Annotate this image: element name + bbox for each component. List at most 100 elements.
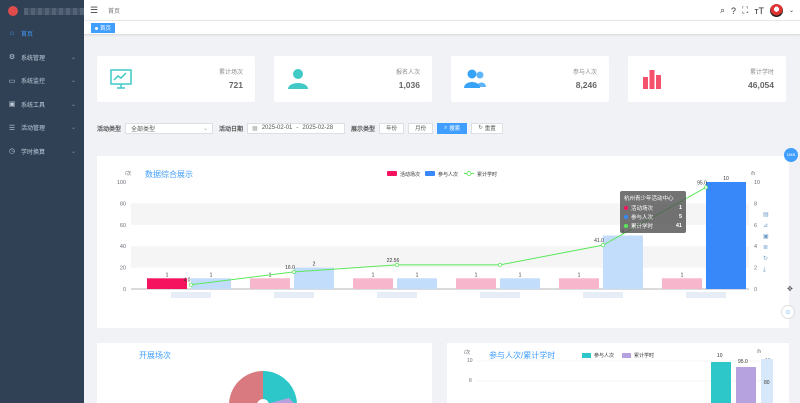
bar-activity [456,278,496,289]
sidebar-item-hours[interactable]: ◷ 学时换算 ⌄ [0,140,84,164]
date-start[interactable]: 2025-02-01 [262,125,293,131]
reset-button[interactable]: ↻ 重置 [471,122,503,134]
bar-label: 1 [578,272,581,278]
bar-label: 1 [210,272,213,278]
header-tools: ⌕ ? ⛶ тT ⌄ [720,4,794,17]
line-point [498,262,502,267]
bar-label: 1 [166,272,169,278]
y-tick-left: 20 [120,266,126,272]
monitor-icon: ▭ [8,77,16,85]
search-button-label: 搜索 [449,126,461,132]
bar-label: 1 [475,272,478,278]
type-select[interactable]: 全部类型 ⌄ [125,122,214,134]
calendar-icon: ▦ [252,125,258,132]
year-button[interactable]: 年份 [379,122,405,134]
fullscreen-icon[interactable]: ⛶ [742,5,748,16]
toolbox-icon: ↻ [763,255,768,262]
home-icon: ⌂ [9,30,15,38]
float-badge[interactable]: 18KB [784,148,798,162]
pie-chart[interactable] [97,343,432,403]
date-label: 活动日期 [219,126,244,133]
stat-card-signups[interactable]: 报名人次 1,036 [274,56,432,102]
widget-icon[interactable]: ✥ [787,285,793,293]
chevron-down-icon: ⌄ [70,54,76,61]
bar-activity [662,278,702,289]
y-tick-right: 80 [764,380,770,386]
sidebar-item-home[interactable]: ⌂ 首页 [0,22,84,46]
bar-activity [250,278,290,289]
chart-icon [110,69,132,89]
stat-card-participants[interactable]: 参与人次 8,246 [451,56,609,102]
x-tick-label-blurred [686,292,726,298]
pie-slice [263,371,297,403]
legend-marker [466,171,472,176]
tag-dot [95,26,98,30]
bar-label: 1 [681,272,684,278]
chevron-down-icon[interactable]: ⌄ [789,7,794,14]
legend-dot [624,214,628,219]
bar-activity [353,278,393,289]
bar2-bar [711,362,731,403]
sidebar-item-activity[interactable]: ☰ 活动管理 ⌄ [0,116,84,140]
legend-label: 活动场次 [400,171,420,178]
bar-participants [397,278,437,289]
hamburger-icon[interactable]: ☰ [90,5,100,16]
bar-label: 1 [372,272,375,278]
tooltip-row: 活动场次 1 [624,203,682,212]
bar2-chart[interactable] [447,343,789,403]
tooltip-row: 累计学时 41 [624,221,682,230]
toolbox-icon: ▣ [763,234,769,240]
toolbox-icon: ⊿ [763,223,768,229]
stat-card-sessions[interactable]: 累计场次 721 [97,56,255,102]
search-icon[interactable]: ⌕ [720,5,725,16]
toolbox-icon: ⤓ [763,266,766,273]
search-icon: ⌕ [444,124,448,131]
pie-slice [229,371,263,403]
legend-label: 累计学时 [477,171,497,178]
y-tick-right: 10 [754,180,760,186]
combined-chart-panel: 100 80 60 40 20 0 10 8 6 4 2 0/次/h 数据综合展示 活动场次 参与人次 累计学… [97,156,789,328]
sidebar-item-tools[interactable]: ▣ 系统工具 ⌄ [0,93,84,117]
date-range-picker[interactable]: ▦ 2025-02-01 - 2025-02-28 [247,122,346,134]
stat-card-hours[interactable]: 累计学时 46,054 [628,56,786,102]
sidebar-item-system[interactable]: ⚙ 系统管理 ⌄ [0,46,84,70]
legend-swatch [387,171,397,176]
tooltip-row-label: 累计学时 [631,223,654,230]
tooltip-row: 参与人次 5 [624,212,682,221]
tooltip-row-value: 1 [678,204,682,211]
sidebar-item-label: 学时换算 [21,149,46,156]
toolbox-icon: ≣ [763,242,768,251]
tags-bar: 首页 [84,21,800,35]
font-size-icon[interactable]: тT [754,6,764,16]
chat-icon[interactable]: ☺ [781,305,795,319]
stat-label: 累计场次 [218,70,243,76]
month-button[interactable]: 月份 [408,122,434,134]
gear-icon: ⚙ [8,54,16,62]
app-name-blurred [24,7,84,15]
combined-chart[interactable]: 1008060402001086420/次/h数据综合展示 活动场次 参与人次 累计学… [97,156,789,328]
avatar[interactable] [769,4,783,17]
tag-label: 首页 [100,26,112,32]
sidebar-item-label: 活动管理 [21,126,46,133]
type-select-value: 全部类型 [131,126,156,133]
reset-button-label: 重置 [484,126,496,132]
breadcrumb[interactable]: 首页 [108,6,120,15]
bar2-data-label: 10 [717,353,723,359]
sidebar-item-monitor[interactable]: ▭ 系统监控 ⌄ [0,69,84,93]
tooltip-row-value: 5 [678,213,682,220]
refresh-icon: ↻ [478,125,483,131]
users-icon [464,69,486,88]
search-button[interactable]: ⌕ 搜索 [437,122,468,134]
question-icon[interactable]: ? [731,6,736,16]
x-tick-label-blurred [377,292,417,298]
bar-chart-icon [643,70,661,89]
pie-panel: 开展场次 [97,343,432,403]
date-end[interactable]: 2025-02-28 [302,125,333,131]
tools-icon: ▣ [8,101,16,109]
tag-home[interactable]: 首页 [91,23,116,33]
bar-label: 2 [313,262,316,268]
y-tick-right: 0 [754,287,757,293]
chart-title: 数据综合展示 [145,169,193,179]
x-tick-label-blurred [274,292,314,298]
logo [8,6,18,16]
